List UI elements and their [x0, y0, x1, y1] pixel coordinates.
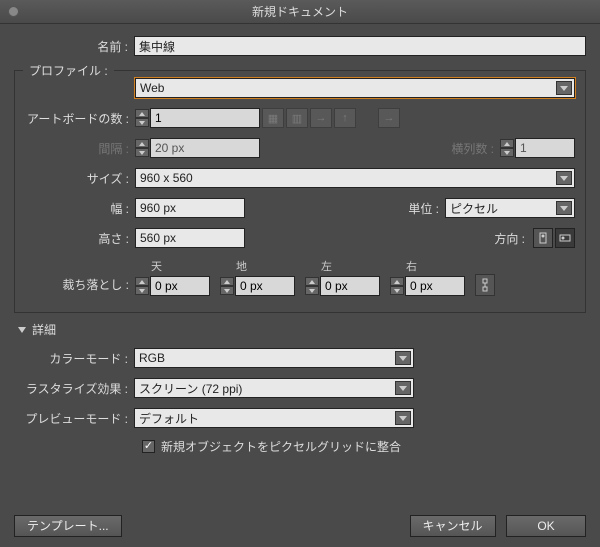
name-input[interactable] — [134, 36, 586, 56]
window-close-icon[interactable] — [8, 6, 19, 17]
profile-select[interactable]: Web — [135, 78, 575, 98]
chevron-down-icon — [556, 81, 572, 95]
arrow-down-icon: ↑ — [334, 108, 356, 128]
label-bleed: 裁ち落とし : — [25, 276, 135, 296]
width-input[interactable] — [135, 198, 245, 218]
orientation-portrait-icon[interactable] — [533, 228, 553, 248]
chevron-down-icon — [395, 381, 411, 395]
bleed-bottom-stepper[interactable] — [220, 276, 295, 296]
label-width: 幅 : — [25, 200, 135, 217]
chevron-down-icon — [556, 171, 572, 185]
triangle-down-icon — [18, 327, 26, 333]
label-height: 高さ : — [25, 230, 135, 247]
label-size: サイズ : — [25, 170, 135, 187]
arrow-right-icon: → — [310, 108, 332, 128]
label-orientation: 方向 : — [494, 230, 531, 247]
align-grid-checkbox[interactable]: ✓ — [142, 440, 155, 453]
window-title: 新規ドキュメント — [252, 5, 348, 19]
label-colormode: カラーモード : — [14, 350, 134, 367]
artboards-stepper[interactable] — [135, 108, 260, 128]
chevron-down-icon — [556, 201, 572, 215]
colormode-select[interactable]: RGB — [134, 348, 414, 368]
grid-rows-icon: ▦ — [262, 108, 284, 128]
chevron-down-icon — [395, 411, 411, 425]
bleed-left-stepper[interactable] — [305, 276, 380, 296]
artboards-input[interactable] — [150, 108, 260, 128]
label-bleed-top: 天 — [135, 258, 210, 274]
grid-cols-icon: ▥ — [286, 108, 308, 128]
orientation-landscape-icon[interactable] — [555, 228, 575, 248]
label-name: 名前 : — [14, 38, 134, 55]
columns-input — [515, 138, 575, 158]
columns-stepper — [500, 138, 575, 158]
units-select[interactable]: ピクセル — [445, 198, 575, 218]
bleed-left-input[interactable] — [320, 276, 380, 296]
label-raster: ラスタライズ効果 : — [14, 380, 134, 397]
bleed-right-stepper[interactable] — [390, 276, 465, 296]
link-bleed-icon[interactable] — [475, 274, 495, 296]
label-columns: 横列数 : — [451, 140, 500, 157]
preview-select[interactable]: デフォルト — [134, 408, 414, 428]
chevron-down-icon — [395, 351, 411, 365]
ok-button[interactable]: OK — [506, 515, 586, 537]
advanced-disclosure[interactable]: 詳細 — [18, 321, 586, 338]
titlebar: 新規ドキュメント — [0, 0, 600, 24]
label-bleed-left: 左 — [305, 258, 380, 274]
label-bleed-right: 右 — [390, 258, 465, 274]
arrange-icon: → — [378, 108, 400, 128]
label-profile: プロファイル : — [23, 62, 114, 79]
size-select[interactable]: 960 x 560 — [135, 168, 575, 188]
bleed-bottom-input[interactable] — [235, 276, 295, 296]
label-advanced: 詳細 — [32, 321, 56, 338]
bleed-right-input[interactable] — [405, 276, 465, 296]
raster-select[interactable]: スクリーン (72 ppi) — [134, 378, 414, 398]
templates-button[interactable]: テンプレート... — [14, 515, 122, 537]
spacing-stepper — [135, 138, 260, 158]
bleed-top-stepper[interactable] — [135, 276, 210, 296]
label-units: 単位 : — [408, 200, 445, 217]
height-input[interactable] — [135, 228, 245, 248]
label-bleed-bottom: 地 — [220, 258, 295, 274]
label-spacing: 間隔 : — [25, 140, 135, 157]
label-align-grid: 新規オブジェクトをピクセルグリッドに整合 — [161, 438, 401, 455]
cancel-button[interactable]: キャンセル — [410, 515, 496, 537]
label-artboards: アートボードの数 : — [25, 110, 135, 127]
spacing-input — [150, 138, 260, 158]
label-preview: プレビューモード : — [14, 410, 134, 427]
bleed-top-input[interactable] — [150, 276, 210, 296]
